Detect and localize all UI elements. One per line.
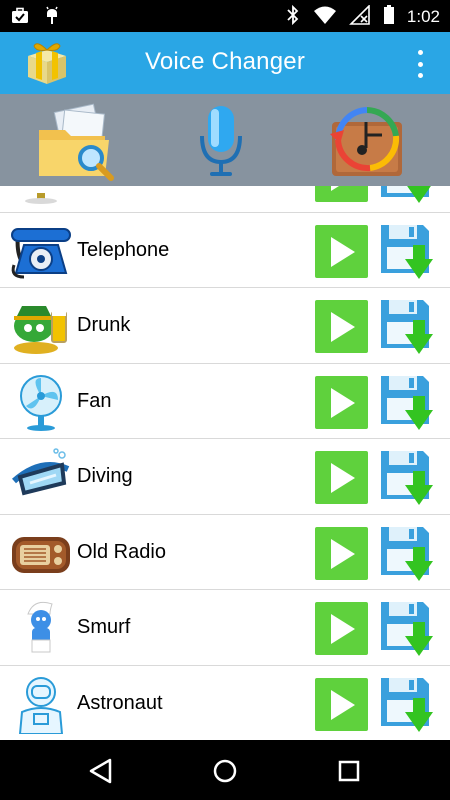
history-music-icon[interactable] <box>326 100 408 182</box>
save-icon[interactable] <box>379 298 435 356</box>
play-button[interactable] <box>315 186 368 202</box>
microphone-icon[interactable] <box>196 100 246 182</box>
status-bar: 1:02 <box>0 0 450 32</box>
effect-label: Drunk <box>77 314 131 336</box>
more-vertical-icon[interactable] <box>410 50 430 78</box>
save-icon[interactable] <box>379 525 435 583</box>
bluetooth-icon <box>285 4 301 30</box>
briefcase-check-icon <box>10 6 30 30</box>
effect-label: Telephone <box>77 238 170 261</box>
list-item[interactable]: Astronaut <box>0 665 450 739</box>
back-icon[interactable] <box>86 756 116 786</box>
list-item[interactable]: Drunk <box>0 288 450 364</box>
astronaut-icon <box>10 674 72 735</box>
list-item[interactable]: Fan <box>0 363 450 439</box>
wifi-icon <box>313 5 337 29</box>
app-title-bar: Voice Changer <box>0 32 450 94</box>
play-button[interactable] <box>315 375 368 429</box>
smurf-icon <box>10 598 72 658</box>
app-title: Voice Changer <box>144 48 306 75</box>
home-icon[interactable] <box>210 756 240 786</box>
play-button[interactable] <box>315 224 368 278</box>
navigation-bar <box>0 740 450 800</box>
app-root: 1:02 Voice Changer Telephone Drunk Fan D… <box>0 0 450 800</box>
lamp-icon <box>10 186 72 205</box>
play-button[interactable] <box>315 451 368 504</box>
tool-bar <box>0 94 450 186</box>
list-item[interactable] <box>0 186 450 213</box>
open-file-icon[interactable] <box>35 100 119 182</box>
battery-icon <box>383 5 395 29</box>
save-icon[interactable] <box>379 223 435 281</box>
drunk-icon <box>10 296 72 356</box>
telephone-icon <box>10 221 72 281</box>
voice-effect-list: Telephone Drunk Fan Diving Old Radio Smu… <box>0 186 450 739</box>
diving-mask-icon <box>10 447 72 507</box>
fan-icon <box>10 372 72 432</box>
save-icon[interactable] <box>379 676 435 734</box>
effect-label: Old Radio <box>77 540 166 563</box>
list-item[interactable]: Smurf <box>0 590 450 666</box>
old-radio-icon <box>10 523 72 583</box>
effect-label: Fan <box>77 389 112 412</box>
android-debug-icon <box>42 6 62 30</box>
play-button[interactable] <box>315 677 368 731</box>
save-icon[interactable] <box>379 449 435 507</box>
play-button[interactable] <box>315 526 368 580</box>
list-item[interactable]: Telephone <box>0 212 450 288</box>
list-item[interactable]: Old Radio <box>0 514 450 590</box>
status-time: 1:02 <box>406 7 440 26</box>
play-button[interactable] <box>315 602 368 655</box>
signal-off-icon <box>348 4 371 29</box>
effect-label: Smurf <box>77 616 131 638</box>
effect-label: Astronaut <box>77 691 163 714</box>
save-icon[interactable] <box>379 600 435 658</box>
save-icon[interactable] <box>379 186 435 205</box>
list-item[interactable]: Diving <box>0 439 450 515</box>
recents-icon[interactable] <box>334 756 364 786</box>
save-icon[interactable] <box>379 374 435 432</box>
effect-label: Diving <box>77 465 133 487</box>
play-button[interactable] <box>315 300 368 353</box>
